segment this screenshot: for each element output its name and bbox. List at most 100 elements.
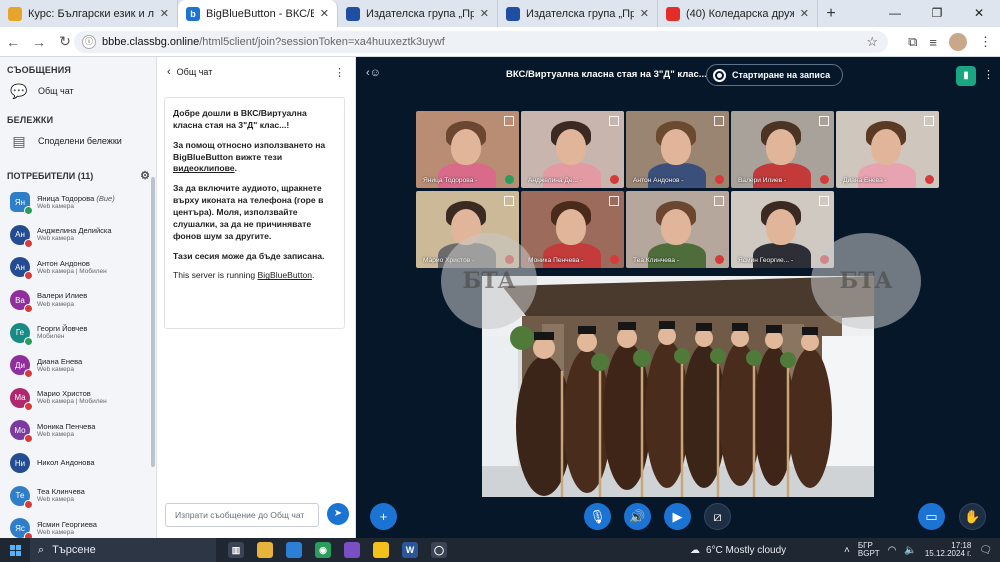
fullscreen-icon[interactable] bbox=[609, 116, 619, 126]
start-button[interactable] bbox=[0, 538, 30, 562]
user-list-scrollbar[interactable] bbox=[151, 177, 155, 467]
user-list-item[interactable]: Яс Ясмин Георгиева Web камера bbox=[0, 512, 156, 538]
browser-tab[interactable]: (40) Коледарска дружина „Ма ✕ bbox=[658, 0, 818, 27]
fullscreen-icon[interactable] bbox=[819, 116, 829, 126]
chat-message-input[interactable]: Изпрати съобщение до Общ чат bbox=[165, 503, 319, 527]
user-status: Web камера bbox=[37, 365, 74, 373]
webcam-name: Моника Пенчева - bbox=[528, 257, 584, 264]
pinned-app-icon[interactable] bbox=[373, 542, 389, 558]
forward-icon[interactable]: → bbox=[26, 34, 52, 50]
new-tab-button[interactable]: + bbox=[818, 0, 844, 27]
user-list-item[interactable]: Ан Анджелина Делийска Web камера bbox=[0, 219, 156, 252]
browser-tab[interactable]: Курс: Български език и литер ✕ bbox=[0, 0, 178, 27]
task-view-icon[interactable]: ▥ bbox=[228, 542, 244, 558]
fullscreen-icon[interactable] bbox=[504, 196, 514, 206]
microphone-icon[interactable]: 🎙 bbox=[584, 503, 611, 530]
word-icon[interactable]: W bbox=[402, 542, 418, 558]
close-tab-icon[interactable]: ✕ bbox=[480, 7, 489, 20]
more-options-icon[interactable]: ⋮ bbox=[983, 68, 994, 81]
webcam-tile[interactable]: Моника Пенчева - bbox=[521, 191, 624, 268]
taskbar-search[interactable]: ⌕ Търсене bbox=[30, 538, 216, 562]
videos-link[interactable]: видеоклипове bbox=[173, 163, 235, 173]
photos-icon[interactable] bbox=[286, 542, 302, 558]
browser-tab[interactable]: Издателска група „Просвета“ ✕ bbox=[498, 0, 658, 27]
screenshare-off-icon[interactable]: ⧄ bbox=[704, 503, 731, 530]
user-list-item[interactable]: Ва Валери Илиев Web камера bbox=[0, 284, 156, 317]
volume-icon[interactable]: 🔈 bbox=[904, 545, 916, 556]
browser-tab[interactable]: Издателска група „Просвета“ ✕ bbox=[338, 0, 498, 27]
public-chat-item[interactable]: 💬 Общ чат bbox=[0, 75, 156, 107]
fullscreen-icon[interactable] bbox=[714, 116, 724, 126]
toggle-userlist-icon[interactable]: ‹☺ bbox=[366, 67, 381, 79]
media-control-icon[interactable]: ≡ bbox=[929, 35, 937, 50]
fullscreen-icon[interactable] bbox=[714, 196, 724, 206]
notifications-icon[interactable]: 🗨 bbox=[979, 545, 992, 556]
minimize-button[interactable]: — bbox=[874, 0, 916, 27]
audio-speaker-icon[interactable]: 🔊 bbox=[624, 503, 651, 530]
connection-status-icon[interactable]: ▮ bbox=[956, 66, 976, 86]
site-info-icon[interactable]: ⓘ bbox=[82, 35, 96, 49]
bbb-link[interactable]: BigBlueButton bbox=[258, 270, 312, 280]
profile-avatar[interactable] bbox=[949, 33, 967, 51]
shared-notes-item[interactable]: ▤ Споделени бележки bbox=[0, 125, 156, 157]
avatar: Ан bbox=[10, 257, 33, 281]
chat-options-icon[interactable]: ⋮ bbox=[334, 66, 345, 79]
raise-hand-icon[interactable]: ✋ bbox=[959, 503, 986, 530]
extensions-icon[interactable]: ⧉ bbox=[908, 34, 917, 50]
close-tab-icon[interactable]: ✕ bbox=[800, 7, 809, 20]
weather-widget[interactable]: ☁ 6°C Mostly cloudy bbox=[690, 538, 786, 562]
bookmark-star-icon[interactable]: ☆ bbox=[866, 34, 878, 50]
send-icon[interactable]: ➤ bbox=[327, 503, 349, 525]
viber-icon[interactable] bbox=[344, 542, 360, 558]
clock[interactable]: 17:18 15.12.2024 г. bbox=[925, 541, 971, 559]
close-tab-icon[interactable]: ✕ bbox=[640, 7, 649, 20]
start-recording-button[interactable]: Стартиране на записа bbox=[706, 64, 844, 86]
chevron-left-icon[interactable]: ‹ bbox=[167, 66, 171, 78]
avatar-initials: Ге bbox=[15, 328, 25, 338]
user-info: Валери Илиев Web камера bbox=[37, 292, 87, 308]
user-list-item[interactable]: Ге Георги Йовчев Мобилен bbox=[0, 316, 156, 349]
file-explorer-icon[interactable] bbox=[257, 542, 273, 558]
wifi-icon[interactable]: ◠ bbox=[888, 545, 897, 556]
webcam-tile[interactable]: Диана Енева - bbox=[836, 111, 939, 188]
actions-plus-button[interactable]: + bbox=[370, 503, 397, 530]
fullscreen-icon[interactable] bbox=[924, 116, 934, 126]
webcam-tile[interactable]: Анджелина Де... - bbox=[521, 111, 624, 188]
back-icon[interactable]: ← bbox=[0, 34, 26, 50]
webcam-tile[interactable]: Валери Илиев - bbox=[731, 111, 834, 188]
fullscreen-icon[interactable] bbox=[609, 196, 619, 206]
fullscreen-icon[interactable] bbox=[819, 196, 829, 206]
chevron-up-icon[interactable]: ˄ bbox=[844, 545, 850, 556]
webcam-tile[interactable]: Яница Тодорова - bbox=[416, 111, 519, 188]
webcam-tile[interactable]: Антон Андонов - bbox=[626, 111, 729, 188]
url-input[interactable]: ⓘ bbbe.classbg.online/html5client/join?s… bbox=[74, 31, 888, 53]
user-list-item[interactable]: Ан Антон Андонов Web камера | Мобилен bbox=[0, 251, 156, 284]
close-window-button[interactable]: ✕ bbox=[958, 0, 1000, 27]
avatar: Ни bbox=[10, 453, 30, 474]
user-list-item[interactable]: Те Теа Клинчева Web камера bbox=[0, 479, 156, 512]
user-list-item[interactable]: Ни Никол Андонова bbox=[0, 447, 156, 480]
avatar-initials: Ма bbox=[14, 393, 26, 403]
user-name: Теа Клинчева bbox=[37, 486, 85, 496]
chrome-icon[interactable]: ◉ bbox=[315, 542, 331, 558]
maximize-button[interactable]: ❐ bbox=[916, 0, 958, 27]
camera-icon[interactable]: ▶ bbox=[664, 503, 691, 530]
fullscreen-icon[interactable] bbox=[504, 116, 514, 126]
user-list-item[interactable]: Ма Марио Христов Web камера | Мобилен bbox=[0, 382, 156, 415]
language-indicator[interactable]: БГР BGPT bbox=[858, 541, 880, 559]
obs-icon[interactable]: ◯ bbox=[431, 542, 447, 558]
gear-icon[interactable]: ⚙ bbox=[140, 169, 150, 182]
address-bar: ← → ↻ ⓘ bbbe.classbg.online/html5client/… bbox=[0, 27, 1000, 57]
mic-muted-icon bbox=[610, 255, 619, 264]
user-list-item[interactable]: Ди Диана Енева Web камера bbox=[0, 349, 156, 382]
close-tab-icon[interactable]: ✕ bbox=[320, 7, 329, 20]
browser-tab[interactable]: b BigBlueButton - ВКС/Вирту ✕ bbox=[178, 0, 338, 27]
avatar-initials: Те bbox=[15, 491, 25, 501]
shared-video[interactable] bbox=[482, 276, 874, 497]
webcam-tile[interactable]: Теа Клинчева - bbox=[626, 191, 729, 268]
user-list-item[interactable]: Ян Яница Тодорова (Вие) Web камера bbox=[0, 186, 156, 219]
close-tab-icon[interactable]: ✕ bbox=[160, 7, 169, 20]
browser-menu-icon[interactable]: ⋮ bbox=[979, 34, 992, 50]
user-list-item[interactable]: Мо Моника Пенчева Web камера bbox=[0, 414, 156, 447]
presentation-icon[interactable]: ▭ bbox=[918, 503, 945, 530]
